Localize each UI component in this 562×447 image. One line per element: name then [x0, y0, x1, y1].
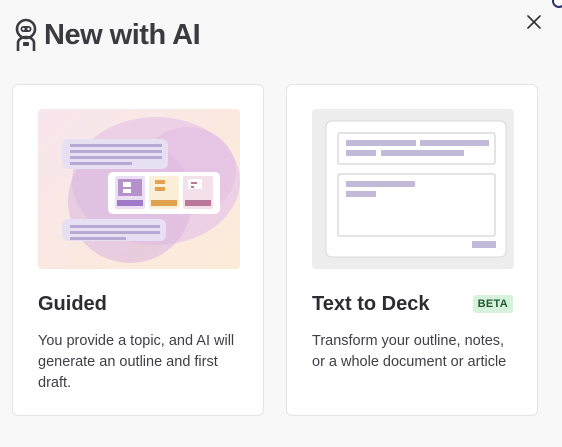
new-with-ai-dialog: New with AI Guided You provide a topic, … — [0, 0, 562, 447]
beta-badge: BETA — [472, 295, 513, 313]
dialog-title: New with AI — [44, 18, 201, 51]
guided-description: You provide a topic, and AI will generat… — [38, 333, 235, 391]
robot-icon — [15, 18, 37, 51]
text-to-deck-illustration — [312, 109, 514, 269]
guided-title: Guided — [38, 293, 107, 315]
text-to-deck-card[interactable]: Text to Deck BETA Transform your outline… — [286, 84, 538, 416]
guided-illustration — [38, 109, 240, 269]
dialog-header: New with AI — [12, 18, 201, 52]
guided-card[interactable]: Guided You provide a topic, and AI will … — [12, 84, 264, 416]
close-button[interactable] — [522, 10, 546, 34]
text-to-deck-description: Transform your outline, notes, or a whol… — [312, 333, 507, 370]
corner-indicator — [552, 0, 562, 8]
text-to-deck-title: Text to Deck — [312, 293, 430, 315]
close-icon — [527, 15, 541, 29]
